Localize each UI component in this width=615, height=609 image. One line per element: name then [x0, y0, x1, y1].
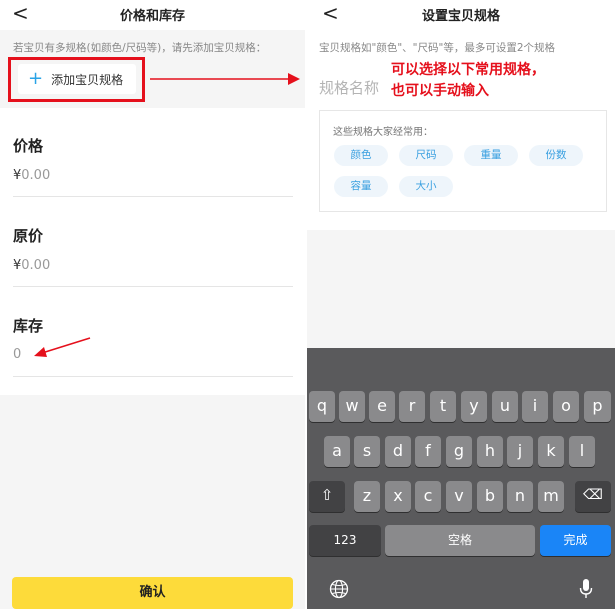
spec-note: 若宝贝有多规格(如颜色/尺码等)，请先添加宝贝规格： [13, 42, 267, 54]
key-s[interactable]: s [354, 436, 380, 467]
chip-color[interactable]: 颜色 [334, 145, 388, 166]
annotation-arrow-stock [34, 337, 91, 357]
key-z[interactable]: z [354, 481, 380, 512]
globe-icon[interactable] [329, 579, 349, 599]
key-y[interactable]: y [461, 391, 487, 422]
key-o[interactable]: o [553, 391, 579, 422]
price-value: 0.00 [21, 168, 51, 183]
chip-weight[interactable]: 重量 [464, 145, 518, 166]
hint-line-1: 可以选择以下常用规格， [391, 62, 545, 78]
key-c[interactable]: c [415, 481, 441, 512]
key-u[interactable]: u [492, 391, 518, 422]
key-i[interactable]: i [522, 391, 548, 422]
key-k[interactable]: k [538, 436, 564, 467]
common-specs-panel: 这些规格大家经常用： 颜色 尺码 重量 份数 容量 大小 [319, 110, 607, 212]
key-x[interactable]: x [385, 481, 411, 512]
page-title: 价格和库存 [119, 9, 185, 24]
confirm-button[interactable]: 确认 [12, 577, 293, 609]
key-g[interactable]: g [446, 436, 472, 467]
price-input[interactable]: ¥0.00 [13, 168, 50, 183]
key-v[interactable]: v [446, 481, 472, 512]
key-b[interactable]: b [477, 481, 503, 512]
delete-key[interactable]: ⌫ [575, 481, 611, 512]
divider [13, 286, 293, 287]
key-n[interactable]: n [507, 481, 533, 512]
key-w[interactable]: w [339, 391, 365, 422]
stock-value: 0 [13, 347, 22, 362]
highlight-box [8, 57, 145, 102]
nav-bar: < 价格和库存 [0, 0, 305, 30]
chip-capacity[interactable]: 容量 [334, 176, 388, 197]
divider [13, 196, 293, 197]
key-d[interactable]: d [385, 436, 411, 467]
chip-size[interactable]: 尺码 [399, 145, 453, 166]
annotation-hint: 可以选择以下常用规格， 也可以手动输入 [391, 60, 545, 102]
spec-note: 宝贝规格如"颜色"、"尺码"等，最多可设置2个规格 [319, 42, 555, 54]
key-h[interactable]: h [477, 436, 503, 467]
price-label: 价格 [13, 137, 44, 155]
numbers-key[interactable]: 123 [309, 525, 381, 556]
space-key[interactable]: 空格 [385, 525, 535, 556]
spec-name-input[interactable]: 规格名称 [319, 77, 379, 98]
keyboard: q w e r t y u i o p a s d f g h j k l ⇧ … [307, 348, 615, 609]
key-j[interactable]: j [507, 436, 533, 467]
set-spec-screen: < 设置宝贝规格 宝贝规格如"颜色"、"尺码"等，最多可设置2个规格 规格名称 … [307, 0, 615, 609]
key-t[interactable]: t [430, 391, 456, 422]
original-price-input[interactable]: ¥0.00 [13, 258, 50, 273]
page-title: 设置宝贝规格 [421, 9, 500, 24]
done-key[interactable]: 完成 [540, 525, 611, 556]
content-background [307, 230, 615, 348]
original-price-label: 原价 [13, 227, 44, 245]
keyboard-bottom-bar [307, 571, 615, 609]
chip-portions[interactable]: 份数 [529, 145, 583, 166]
hint-line-2: 也可以手动输入 [391, 83, 489, 99]
stock-input[interactable]: 0 [13, 347, 21, 362]
key-m[interactable]: m [538, 481, 564, 512]
key-a[interactable]: a [324, 436, 350, 467]
shift-key[interactable]: ⇧ [309, 481, 345, 512]
key-l[interactable]: l [569, 436, 595, 467]
divider [13, 376, 293, 377]
common-specs-title: 这些规格大家经常用： [333, 127, 433, 138]
key-f[interactable]: f [415, 436, 441, 467]
stock-label: 库存 [13, 317, 44, 335]
nav-bar: < 设置宝贝规格 [307, 0, 615, 30]
key-p[interactable]: p [584, 391, 611, 422]
chip-dimension[interactable]: 大小 [399, 176, 453, 197]
key-q[interactable]: q [309, 391, 335, 422]
microphone-icon[interactable] [579, 578, 593, 600]
key-r[interactable]: r [399, 391, 425, 422]
original-price-value: 0.00 [21, 258, 51, 273]
key-e[interactable]: e [369, 391, 395, 422]
annotation-arrow-right [150, 73, 300, 85]
